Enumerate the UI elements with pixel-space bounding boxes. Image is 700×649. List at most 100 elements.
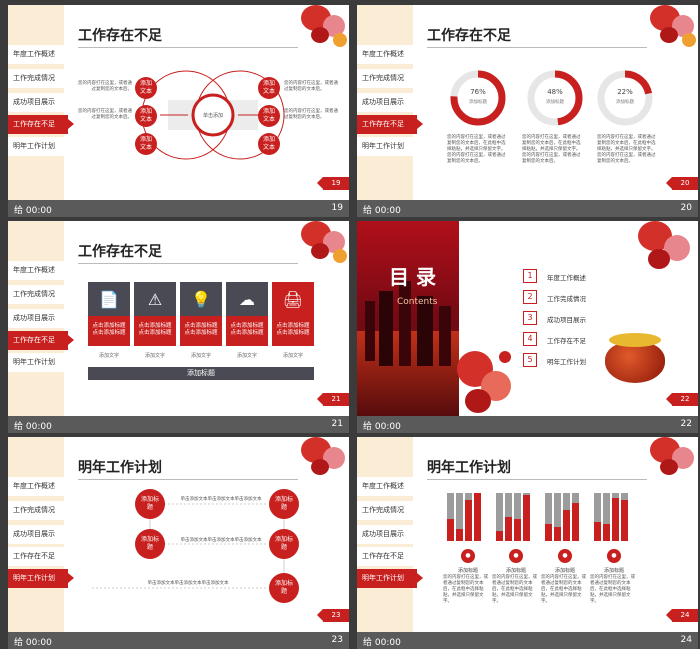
icon-card: 🖨 点击添加标题 点击添加标题 添加文字 (272, 282, 314, 359)
toc-label: 成功项目展示 (547, 316, 586, 324)
side-text: 您的内容打在这里，或者通过复制您的文本后。 (284, 81, 338, 92)
sidebar: 年度工作概述 工作完成情况 成功项目展示 工作存在不足 明年工作计划 (8, 5, 74, 200)
bar-text: 您的内容打在这里，或者通过复制您的文本后，在此框中选择粘贴，并选择只保留文字。 (492, 575, 537, 604)
sidebar: 年度工作概述 工作完成情况 成功项目展示 工作存在不足 明年工作计划 (8, 221, 74, 416)
time-label: 给 00:00 (14, 206, 52, 216)
toc-number: 3 (523, 311, 537, 325)
slide-title: 明年工作计划 (427, 460, 511, 476)
bar-icon: ● (461, 549, 475, 563)
slide-number: 22 (680, 419, 692, 429)
toc-subtitle: Contents (397, 297, 438, 307)
bar-groups (447, 493, 667, 543)
sidebar-item: 年度工作概述 (357, 45, 413, 64)
bar-icon: ● (607, 549, 621, 563)
sidebar-item: 明年工作计划 (357, 137, 413, 156)
page-number: 20 (666, 177, 698, 190)
bar-fill (572, 502, 579, 541)
bar-text: 您的内容打在这里，或者通过复制您的文本后，在此框中选择粘贴，并选择只保留文字。 (590, 575, 635, 604)
time-label: 给 00:00 (14, 638, 52, 648)
flower-decoration (289, 437, 349, 482)
sidebar-item-active: 工作存在不足 (8, 115, 74, 134)
toc-number: 5 (523, 353, 537, 367)
page-number: 19 (317, 177, 349, 190)
slide-thumb-21[interactable]: 年度工作概述 工作完成情况 成功项目展示 工作存在不足 明年工作计划 工作存在不… (8, 221, 349, 433)
slide-thumb-22[interactable]: 目 录 Contents 1 年度工作概述 2 工作完成情况 3 成功项目展示 4 工作存在不… (357, 221, 698, 433)
bar-icon: ● (509, 549, 523, 563)
bar-fill (505, 517, 512, 541)
flow-node: 添加标题 (135, 489, 165, 519)
node-circle: 添加文本 (258, 77, 280, 99)
toc-item: 2 工作完成情况 (523, 290, 683, 304)
slide-number: 20 (680, 203, 692, 213)
title-divider (78, 263, 298, 264)
page-number: 24 (666, 609, 698, 622)
sidebar-item: 明年工作计划 (8, 353, 64, 372)
thumb-footer: 给 00:00 20 (357, 200, 698, 217)
slide-thumb-23[interactable]: 年度工作概述 工作完成情况 成功项目展示 工作存在不足 明年工作计划 明年工作计… (8, 437, 349, 649)
thumb-footer: 给 00:00 24 (357, 632, 698, 649)
footer-banner: 添加标题 (88, 367, 314, 380)
bar-fill (514, 519, 521, 541)
title-divider (78, 47, 298, 48)
toc-number: 2 (523, 290, 537, 304)
toc-item: 5 明年工作计划 (523, 353, 683, 367)
ring-percent: 48% (547, 88, 563, 96)
sidebar-item: 工作存在不足 (8, 547, 64, 566)
sidebar-item-active: 工作存在不足 (357, 115, 423, 134)
time-label: 给 00:00 (363, 638, 401, 648)
title-divider (78, 479, 298, 480)
ring-label: 添加标题 (616, 100, 634, 105)
bar-fill (523, 495, 530, 541)
time-label: 给 00:00 (14, 422, 52, 432)
bar-label: 添加标题 (505, 568, 526, 574)
icon-card: 💡 点击添加标题 点击添加标题 添加文字 (180, 282, 222, 359)
toc-number: 4 (523, 332, 537, 346)
toc-label: 工作完成情况 (547, 295, 586, 303)
slide-number: 24 (680, 635, 692, 645)
icon-card: ☁ 点击添加标题 点击添加标题 添加文字 (226, 282, 268, 359)
toc-item: 3 成功项目展示 (523, 311, 683, 325)
thumb-footer: 给 00:00 19 (8, 200, 349, 217)
bar-fill (474, 493, 481, 541)
slide-title: 工作存在不足 (427, 28, 511, 44)
toc-item: 1 年度工作概述 (523, 269, 683, 283)
side-text: 您的内容打在这里，或者通过复制您的文本后。 (78, 109, 132, 120)
bar-fill (496, 531, 503, 541)
sidebar-item-active: 明年工作计划 (8, 569, 74, 588)
bar-label: 添加标题 (457, 568, 478, 574)
bar-label: 添加标题 (554, 568, 575, 574)
slide-thumb-24[interactable]: 年度工作概述 工作完成情况 成功项目展示 工作存在不足 明年工作计划 明年工作计… (357, 437, 698, 649)
sidebar-item: 年度工作概述 (8, 261, 64, 280)
slide-number: 19 (331, 203, 343, 213)
slide-canvas: 年度工作概述 工作完成情况 成功项目展示 工作存在不足 明年工作计划 明年工作计… (8, 437, 349, 632)
sidebar-item: 成功项目展示 (8, 309, 64, 328)
node-circle: 添加文本 (258, 133, 280, 155)
ring-percent: 22% (617, 88, 633, 96)
toc-label: 工作存在不足 (547, 337, 586, 345)
bar-fill (603, 524, 610, 541)
sidebar: 年度工作概述 工作完成情况 成功项目展示 工作存在不足 明年工作计划 (8, 437, 74, 632)
sidebar-item: 成功项目展示 (357, 93, 413, 112)
slide-number: 23 (331, 635, 343, 645)
toc-number: 1 (523, 269, 537, 283)
page-number: 23 (317, 609, 349, 622)
slide-thumb-19[interactable]: 年度工作概述 工作完成情况 成功项目展示 工作存在不足 明年工作计划 工作存在不… (8, 5, 349, 217)
time-label: 给 00:00 (363, 206, 401, 216)
flower-decoration (638, 437, 698, 482)
sidebar-item: 工作完成情况 (8, 69, 64, 88)
sidebar-item: 年度工作概述 (8, 477, 64, 496)
slide-thumb-20[interactable]: 年度工作概述 工作完成情况 成功项目展示 工作存在不足 明年工作计划 工作存在不… (357, 5, 698, 217)
center-label: 单击添加 (202, 113, 223, 119)
toc-item: 4 工作存在不足 (523, 332, 683, 346)
sidebar-item: 成功项目展示 (8, 525, 64, 544)
ring-label: 添加标题 (546, 100, 564, 105)
flower-decoration (289, 5, 349, 50)
icon-card: 📄 点击添加标题 点击添加标题 添加文字 (88, 282, 130, 359)
flow-text: 单击添加文本单击添加文本单击添加文本 (180, 497, 262, 502)
ring-text: 您的内容打在这里，或者通过复制您的文本后，在此框中选择粘贴，并选择只保留文字。您… (447, 135, 506, 164)
flow-node: 添加标题 (269, 529, 299, 559)
progress-rings (450, 70, 653, 126)
ring-percent: 76% (470, 88, 486, 96)
slide-canvas: 年度工作概述 工作完成情况 成功项目展示 工作存在不足 明年工作计划 明年工作计… (357, 437, 698, 632)
sidebar: 年度工作概述 工作完成情况 成功项目展示 工作存在不足 明年工作计划 (357, 437, 423, 632)
